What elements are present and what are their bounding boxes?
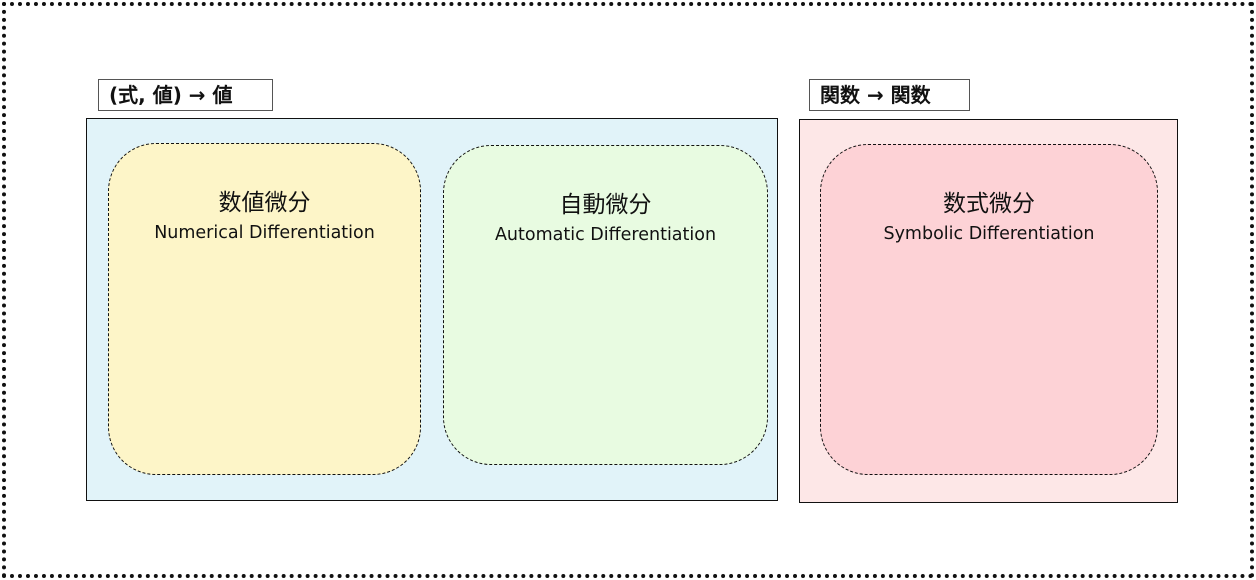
method-numerical-differentiation: 数値微分 Numerical Differentiation: [108, 143, 421, 475]
method-symbolic-differentiation: 数式微分 Symbolic Differentiation: [820, 144, 1158, 475]
group-label-expression-value: (式, 値) → 値: [98, 79, 273, 111]
diagram-canvas: (式, 値) → 値 数値微分 Numerical Differentiatio…: [0, 0, 1256, 580]
method-title-ja: 数式微分: [943, 191, 1035, 217]
method-title-en: Symbolic Differentiation: [883, 224, 1095, 244]
method-automatic-differentiation: 自動微分 Automatic Differentiation: [443, 145, 768, 465]
method-title-ja: 自動微分: [559, 192, 652, 218]
group-label-function-function: 関数 → 関数: [809, 79, 970, 111]
method-title-ja: 数値微分: [218, 190, 311, 216]
method-title-en: Numerical Differentiation: [154, 223, 375, 243]
method-title-en: Automatic Differentiation: [494, 225, 717, 245]
